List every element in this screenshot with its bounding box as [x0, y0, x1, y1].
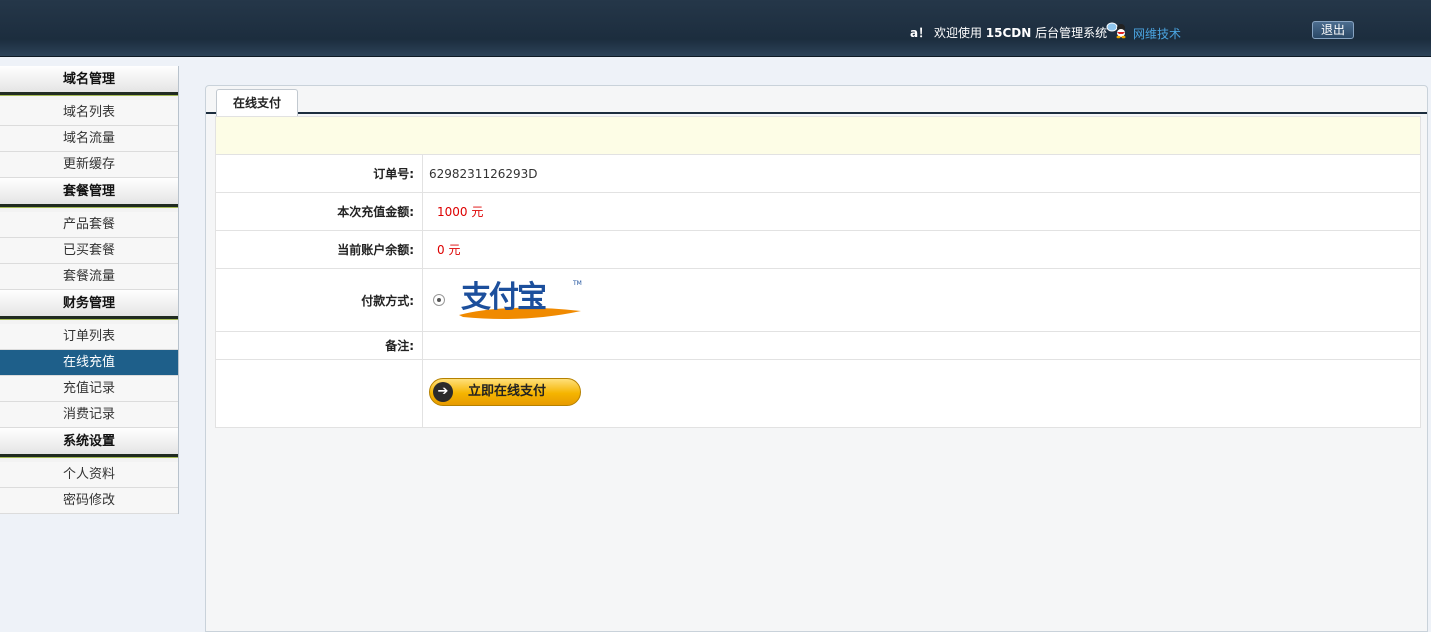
- support-link[interactable]: 网维技术: [1133, 25, 1181, 42]
- notice-row: [215, 116, 1421, 155]
- sidebar: 域名管理 域名列表 域名流量 更新缓存 套餐管理 产品套餐 已买套餐 套餐流量 …: [0, 66, 179, 514]
- sidebar-item-purchased-packages[interactable]: 已买套餐: [0, 238, 178, 264]
- arrow-right-icon: ➔: [433, 382, 453, 402]
- sidebar-item-product-packages[interactable]: 产品套餐: [0, 212, 178, 238]
- payment-method-row: 付款方式: 支付宝 TM: [215, 268, 1421, 332]
- submit-row-spacer: [215, 359, 423, 428]
- sidebar-group-finance[interactable]: 财务管理: [0, 290, 178, 320]
- welcome-text: a！ 欢迎使用 15CDN 后台管理系统: [910, 24, 1107, 41]
- order-no-row: 订单号: 6298231126293D: [215, 154, 1421, 193]
- alipay-logo[interactable]: 支付宝 TM: [455, 277, 585, 323]
- amount-row: 本次充值金额: 1000 元: [215, 192, 1421, 231]
- svg-text:TM: TM: [572, 280, 582, 287]
- system-name: 15CDN: [985, 26, 1032, 40]
- pay-now-label: 立即在线支付: [468, 384, 547, 399]
- qq-icon[interactable]: [1106, 21, 1131, 39]
- main-panel: 在线支付 订单号: 6298231126293D 本次充值金额: 1000 元 …: [205, 85, 1428, 632]
- payment-method-options: 支付宝 TM: [422, 268, 1421, 332]
- tab-online-payment[interactable]: 在线支付: [216, 89, 298, 116]
- sidebar-item-profile[interactable]: 个人资料: [0, 462, 178, 488]
- sidebar-item-domain-traffic[interactable]: 域名流量: [0, 126, 178, 152]
- sidebar-group-domain[interactable]: 域名管理: [0, 66, 178, 96]
- amount-label: 本次充值金额:: [215, 192, 423, 231]
- welcome-prefix: 欢迎使用: [933, 26, 982, 40]
- top-header: a！ 欢迎使用 15CDN 后台管理系统 网维技术 退出: [0, 0, 1431, 57]
- alipay-radio[interactable]: [433, 294, 445, 306]
- sidebar-item-refresh-cache[interactable]: 更新缓存: [0, 152, 178, 178]
- sidebar-group-settings[interactable]: 系统设置: [0, 428, 178, 458]
- sidebar-item-recharge-history[interactable]: 充值记录: [0, 376, 178, 402]
- remark-row: 备注:: [215, 331, 1421, 360]
- logout-button[interactable]: 退出: [1312, 21, 1354, 39]
- payment-method-label: 付款方式:: [215, 268, 423, 332]
- username: a！: [910, 26, 931, 40]
- tab-bar: 在线支付: [206, 86, 1427, 116]
- balance-label: 当前账户余额:: [215, 230, 423, 269]
- amount-value: 1000 元: [422, 192, 1421, 231]
- sidebar-item-online-recharge[interactable]: 在线充值: [0, 350, 178, 376]
- sidebar-group-package[interactable]: 套餐管理: [0, 178, 178, 208]
- remark-label: 备注:: [215, 331, 423, 360]
- sidebar-item-package-traffic[interactable]: 套餐流量: [0, 264, 178, 290]
- balance-value: 0 元: [422, 230, 1421, 269]
- pay-now-button[interactable]: ➔ 立即在线支付: [429, 378, 581, 406]
- submit-cell: ➔ 立即在线支付: [422, 359, 1421, 428]
- sidebar-item-consumption-history[interactable]: 消费记录: [0, 402, 178, 428]
- sidebar-item-change-password[interactable]: 密码修改: [0, 488, 178, 514]
- sidebar-item-domain-list[interactable]: 域名列表: [0, 100, 178, 126]
- submit-row: ➔ 立即在线支付: [215, 359, 1421, 428]
- order-no-label: 订单号:: [215, 154, 423, 193]
- payment-form: 订单号: 6298231126293D 本次充值金额: 1000 元 当前账户余…: [215, 116, 1421, 428]
- remark-value: [422, 331, 1421, 360]
- order-no-value: 6298231126293D: [422, 154, 1421, 193]
- system-suffix: 后台管理系统: [1035, 26, 1108, 40]
- balance-row: 当前账户余额: 0 元: [215, 230, 1421, 269]
- svg-text:支付宝: 支付宝: [461, 280, 546, 315]
- sidebar-item-order-list[interactable]: 订单列表: [0, 324, 178, 350]
